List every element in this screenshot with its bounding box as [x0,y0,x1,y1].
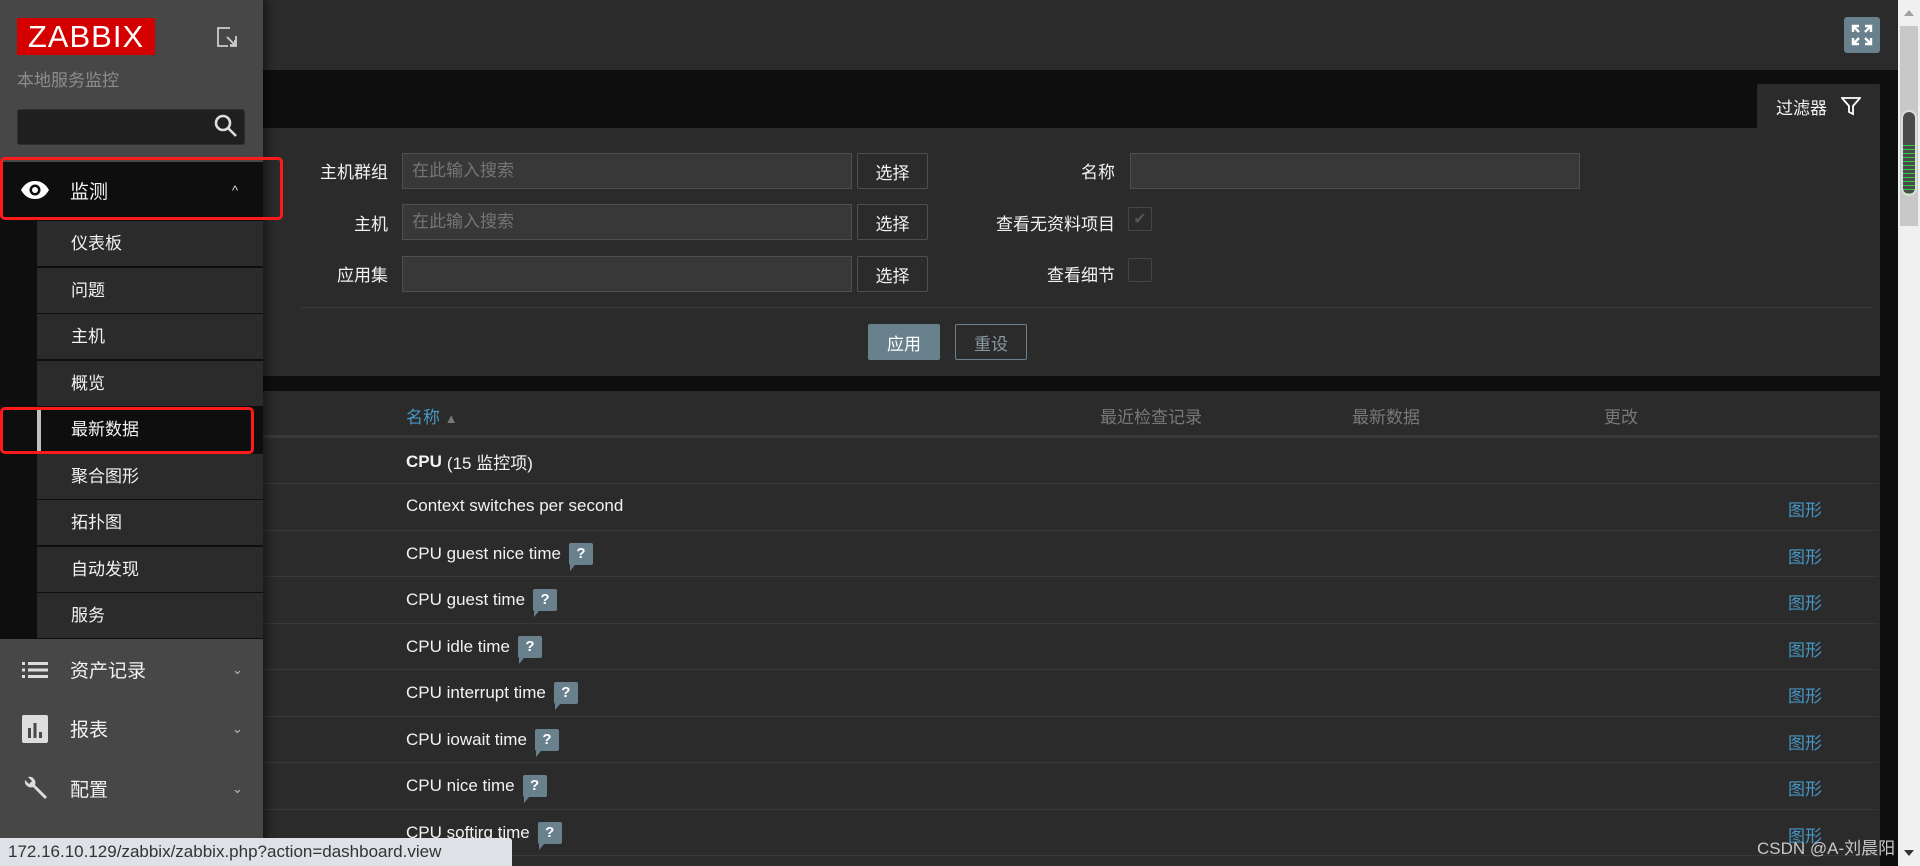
apply-button[interactable]: 应用 [868,324,940,360]
sidebar-subitem[interactable]: 聚合图形 [37,453,263,499]
sidebar-item-configuration[interactable]: 配置 ⌄ [0,759,263,818]
item-name: CPU guest time [406,590,526,609]
graph-link[interactable]: 图形 [1788,729,1822,754]
host-select-button[interactable]: 选择 [857,204,928,240]
sidebar-subitem[interactable]: 自动发现 [37,546,263,592]
server-name: 本地服务监控 [17,71,119,90]
chevron-down-icon: ⌄ [232,780,243,796]
sidebar-item-inventory[interactable]: 资产记录 ⌄ [0,640,263,699]
column-name-label: 名称 [406,408,440,427]
host-group-input[interactable] [402,153,852,189]
show-without-data-label: 查看无资料项目 [996,215,1115,234]
filter-tab[interactable]: 过滤器 [1757,84,1880,128]
sidebar-subitem[interactable]: 问题 [37,267,263,313]
help-icon[interactable]: ? [537,821,562,850]
help-icon[interactable]: ? [568,542,593,571]
graph-link[interactable]: 图形 [1788,636,1822,661]
funnel-icon [1841,97,1861,116]
bar-chart-icon [0,714,70,743]
help-icon[interactable]: ? [522,775,547,803]
item-name: Context switches per second [406,496,624,515]
list-icon [0,660,70,680]
chevron-down-icon: ⌄ [232,720,243,736]
table-row: CPU guest time? 图形 [263,577,1878,624]
table-row: CPU nice time? 图形 [263,763,1878,810]
chevron-down-icon: ⌄ [232,661,243,677]
page-scrollbar[interactable] [1898,0,1920,866]
inventory-label: 资产记录 [70,661,147,682]
name-input[interactable] [1130,153,1580,189]
group-row[interactable]: CPU (15 监控项) [263,437,1878,484]
column-header-last-value: 最新数据 [1352,408,1420,427]
host-input[interactable] [402,204,852,240]
table-row: CPU idle time? 图形 [263,624,1878,670]
filter-divider [300,307,1874,308]
help-icon[interactable]: ? [553,682,578,710]
show-details-label: 查看细节 [1047,266,1115,285]
application-input[interactable] [402,256,852,292]
application-select-button[interactable]: 选择 [857,256,928,292]
sidebar-item-reports[interactable]: 报表 ⌄ [0,699,263,758]
expand-icon [1851,24,1873,46]
scroll-thumb[interactable] [1901,110,1917,196]
scroll-up-icon[interactable] [1904,10,1914,16]
table-row: CPU iowait time? 图形 [263,717,1878,763]
item-name: CPU idle time [406,636,510,656]
item-name: CPU interrupt time [406,683,546,702]
graph-link[interactable]: 图形 [1788,682,1822,707]
application-label: 应用集 [337,266,388,285]
sidebar-subitem[interactable]: 仪表板 [37,221,263,266]
column-header-change: 更改 [1604,408,1638,427]
group-count: (15 监控项) [446,454,533,473]
help-icon[interactable]: ? [534,728,559,757]
sidebar-search-input[interactable] [17,109,245,145]
top-header [0,0,1898,70]
host-label: 主机 [354,215,388,234]
reports-label: 报表 [70,720,109,741]
sidebar-subitem[interactable]: 服务 [37,593,263,638]
table-row: CPU interrupt time? 图形 [263,670,1878,717]
collapse-sidebar-icon[interactable] [216,26,238,48]
browser-status-bar: 172.16.10.129/zabbix/zabbix.php?action=d… [0,838,512,866]
scroll-down-icon[interactable] [1904,850,1914,856]
fullscreen-button[interactable] [1844,17,1880,53]
name-label: 名称 [1081,163,1115,182]
watermark: CSDN @A-刘晨阳 [1757,839,1896,858]
item-name: CPU nice time [406,776,515,795]
table-row: Context switches per second 图形 [263,484,1878,531]
graph-link[interactable]: 图形 [1788,496,1822,521]
sidebar-subitem[interactable]: 主机 [37,314,263,359]
help-icon[interactable]: ? [517,635,542,664]
item-name: CPU guest nice time [406,543,561,563]
annotation-box-monitoring [0,157,283,220]
graph-link[interactable]: 图形 [1788,589,1822,614]
configuration-label: 配置 [70,780,109,801]
graph-link[interactable]: 图形 [1788,543,1822,568]
reset-button[interactable]: 重设 [955,324,1027,360]
help-icon[interactable]: ? [533,589,558,617]
filter-tab-label: 过滤器 [1776,98,1827,118]
sidebar-subitem[interactable]: 拓扑图 [37,500,263,545]
wrench-icon [0,776,70,802]
annotation-box-latest-data [0,407,254,454]
column-header-name[interactable]: 名称 ▲ [406,403,458,428]
show-details-checkbox[interactable] [1128,258,1152,282]
group-name: CPU [406,451,442,471]
search-icon[interactable] [213,113,239,139]
host-group-select-button[interactable]: 选择 [857,153,928,189]
checkmark-icon: ✔ [1133,211,1147,228]
sort-asc-icon: ▲ [444,411,458,426]
graph-link[interactable]: 图形 [1788,775,1822,800]
sidebar-subitem[interactable]: 概览 [37,360,263,406]
table-row: CPU guest nice time? 图形 [263,531,1878,577]
host-group-label: 主机群组 [320,163,388,182]
column-header-last-check: 最近检查记录 [1100,408,1202,427]
zabbix-logo[interactable]: ZABBIX [17,18,155,55]
show-without-data-checkbox[interactable]: ✔ [1128,207,1152,231]
item-name: CPU iowait time [406,729,527,749]
